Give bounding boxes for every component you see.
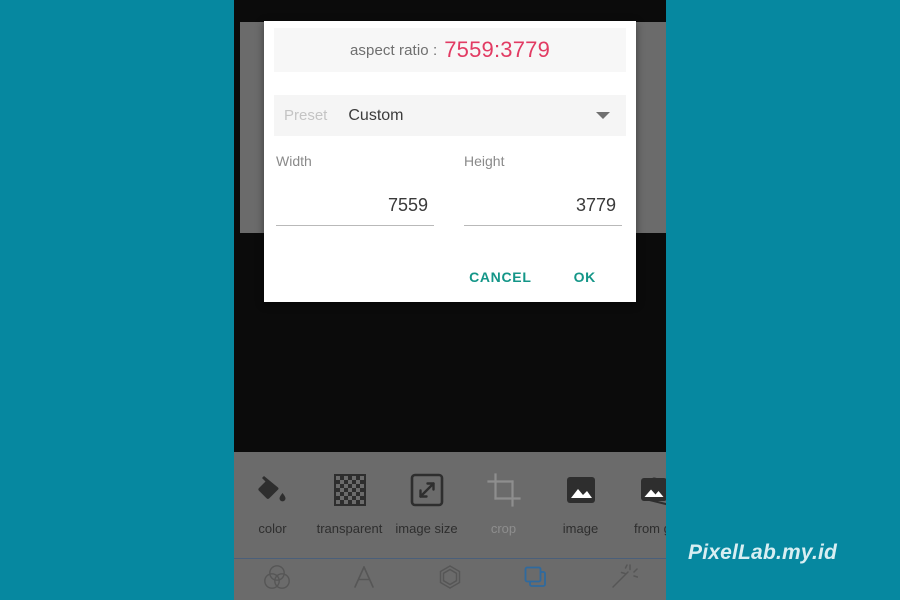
toolbar-label-from-gallery: from gal: [634, 521, 666, 536]
width-field[interactable]: Width 7559: [276, 153, 434, 226]
phone-screen: aspect ratio : 7559:3779 Preset Custom W…: [234, 0, 666, 600]
toolbar-item-color[interactable]: color: [234, 470, 311, 536]
bottom-nav: [234, 559, 666, 600]
toolbar-item-crop[interactable]: crop: [465, 470, 542, 536]
toolbar-item-image-size[interactable]: image size: [388, 470, 465, 536]
nav-item-layers[interactable]: [493, 559, 579, 600]
width-label: Width: [276, 153, 312, 169]
hexagon-icon: [436, 563, 464, 596]
height-field[interactable]: Height 3779: [464, 153, 622, 226]
screenshot-root: aspect ratio : 7559:3779 Preset Custom W…: [0, 0, 900, 600]
preset-label: Preset: [284, 107, 328, 124]
height-label: Height: [464, 153, 505, 169]
magic-wand-icon: [608, 563, 639, 596]
toolbar-item-from-gallery[interactable]: from gal: [619, 470, 666, 536]
crop-icon: [486, 470, 521, 510]
nav-item-effects[interactable]: [580, 559, 666, 600]
picture-icon: [564, 470, 598, 510]
paint-bucket-icon: [255, 470, 291, 510]
preset-selected-value: Custom: [348, 106, 404, 124]
toolbar-label-image-size: image size: [395, 521, 458, 536]
gallery-stack-icon: [639, 470, 666, 510]
height-underline: [464, 225, 622, 226]
nav-item-color-mix[interactable]: [234, 559, 320, 600]
toolbar-label-crop: crop: [490, 521, 517, 536]
width-underline: [276, 225, 434, 226]
toolbar-label-color: color: [258, 521, 287, 536]
nav-item-shape[interactable]: [407, 559, 493, 600]
toolbar-label-image: image: [562, 521, 599, 536]
ok-button[interactable]: OK: [564, 263, 606, 291]
aspect-ratio-value: 7559:3779: [444, 37, 551, 62]
toolbar-item-image[interactable]: image: [542, 470, 619, 536]
image-size-dialog: aspect ratio : 7559:3779 Preset Custom W…: [264, 21, 636, 302]
nav-item-text[interactable]: [320, 559, 406, 600]
chevron-down-icon: [596, 112, 610, 119]
watermark: PixelLab.my.id: [688, 541, 838, 564]
aspect-ratio-header: aspect ratio : 7559:3779: [274, 28, 626, 72]
editor-toolbar: color transparent image size crop image …: [234, 452, 666, 558]
venn-circles-icon: [262, 563, 292, 596]
height-input[interactable]: 3779: [464, 195, 622, 216]
toolbar-label-transparent: transparent: [316, 521, 383, 536]
width-input[interactable]: 7559: [276, 195, 434, 216]
cancel-button[interactable]: CANCEL: [459, 263, 542, 291]
toolbar-item-transparent[interactable]: transparent: [311, 470, 388, 536]
checkerboard-icon: [333, 470, 366, 510]
dialog-actions: CANCEL OK: [264, 263, 636, 291]
preset-dropdown[interactable]: Preset Custom: [274, 95, 626, 136]
resize-arrows-icon: [410, 470, 444, 510]
text-a-icon: [350, 563, 378, 596]
layers-icon: [521, 563, 551, 596]
aspect-ratio-label: aspect ratio :: [349, 41, 438, 59]
